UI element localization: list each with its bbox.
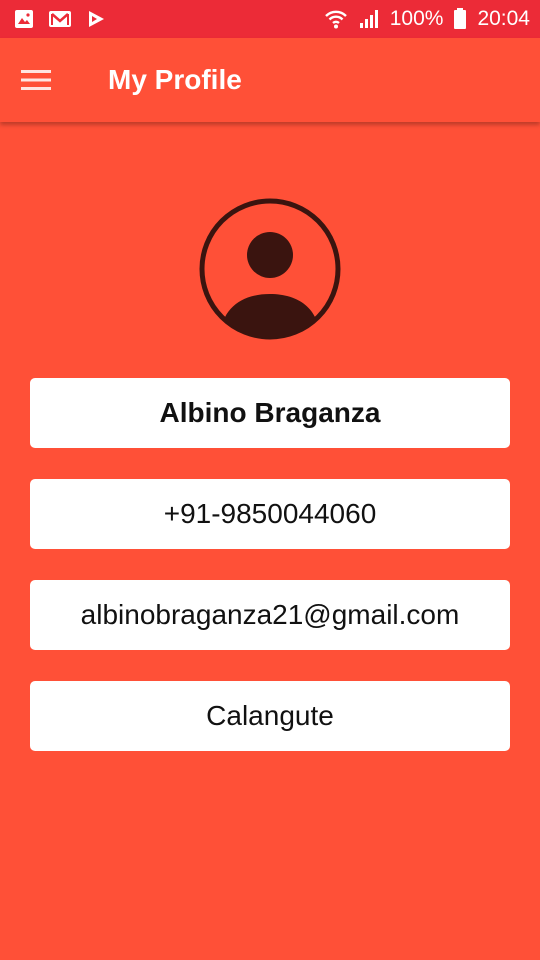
notification-icons xyxy=(14,8,106,30)
profile-name: Albino Braganza xyxy=(159,397,381,428)
battery-percentage: 100% xyxy=(389,7,444,30)
play-store-icon xyxy=(89,11,104,27)
profile-email: albinobraganza21@gmail.com xyxy=(80,599,460,630)
battery-icon xyxy=(454,8,467,29)
system-status: 100% 20:04 xyxy=(324,0,530,38)
profile-location-card: Calangute xyxy=(30,681,510,751)
page-title: My Profile xyxy=(108,64,242,95)
navigation-menu-button[interactable] xyxy=(14,60,58,100)
app-bar: My Profile xyxy=(0,38,540,122)
person-avatar-icon[interactable] xyxy=(198,198,342,340)
status-bar: 100% 20:04 xyxy=(0,0,540,38)
wifi-icon xyxy=(324,10,347,29)
profile-phone-card: +91-9850044060 xyxy=(30,479,510,549)
profile-screen: 100% 20:04 My Profile Albino Braganza +9… xyxy=(0,0,540,960)
hamburger-menu-icon xyxy=(21,70,51,90)
profile-name-card: Albino Braganza xyxy=(30,378,510,448)
gmail-icon xyxy=(49,11,71,27)
profile-phone: +91-9850044060 xyxy=(163,498,377,529)
profile-location: Calangute xyxy=(206,700,334,731)
profile-email-card: albinobraganza21@gmail.com xyxy=(30,580,510,650)
signal-icon xyxy=(359,10,378,28)
clock: 20:04 xyxy=(477,7,530,30)
image-icon xyxy=(15,10,33,28)
